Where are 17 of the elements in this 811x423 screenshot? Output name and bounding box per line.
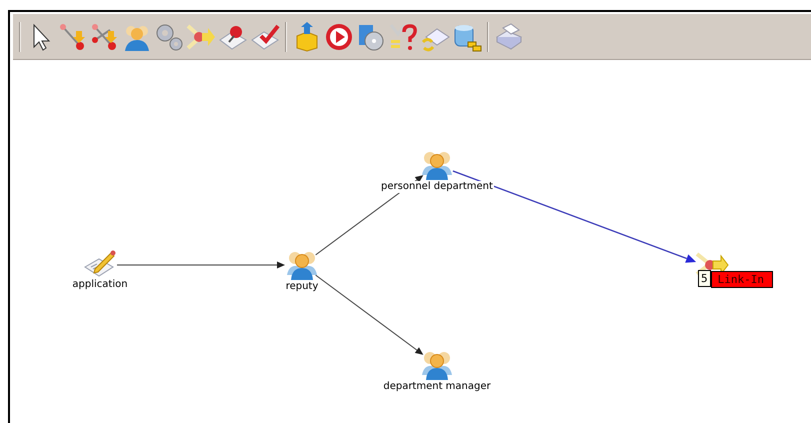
connector-arrow[interactable] [116,262,285,268]
gears-icon[interactable] [154,22,184,52]
link-arrow-icon[interactable] [186,22,216,52]
people-icon [420,149,454,181]
node-label: personnel department [380,181,494,193]
people-icon [420,349,454,381]
count-badge: 5 [698,270,711,287]
question-icon[interactable] [388,22,418,52]
document-pencil-icon [83,249,117,279]
people-icon [285,249,319,281]
node-label: application [71,279,129,291]
tooltip-label: Link-In [710,271,773,288]
node-label: reputy [284,281,320,293]
node-label: department manager [382,381,492,393]
connector-branch-icon[interactable] [90,22,120,52]
printer-icon[interactable] [494,22,524,52]
play-icon[interactable] [324,22,354,52]
